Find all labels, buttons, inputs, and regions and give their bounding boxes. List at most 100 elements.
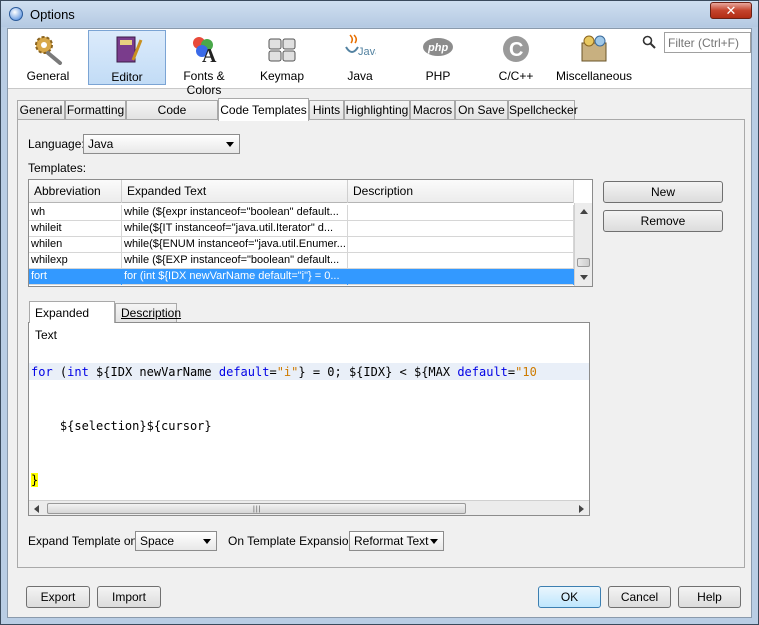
- category-label: Keymap: [259, 69, 305, 83]
- expand-on-select[interactable]: Space: [135, 531, 217, 551]
- language-label: Language:: [28, 137, 85, 151]
- tab-formatting[interactable]: Formatting: [65, 100, 126, 120]
- keyword: for: [31, 365, 53, 379]
- tab-macros[interactable]: Macros: [410, 100, 455, 120]
- column-header-expanded-text[interactable]: Expanded Text: [122, 180, 348, 203]
- category-general[interactable]: General: [10, 30, 86, 85]
- expanded-text-cell: while(${IT instanceof="java.util.Iterato…: [122, 221, 348, 237]
- svg-text:php: php: [427, 42, 448, 54]
- code-text: ${IDX newVarName: [88, 365, 219, 379]
- table-row[interactable]: whilexp while (${EXP instanceof="boolean…: [29, 253, 574, 269]
- abbreviation-cell: whilen: [29, 237, 122, 253]
- title-bar[interactable]: Options ✕: [1, 1, 758, 27]
- tab-highlighting[interactable]: Highlighting: [344, 100, 410, 120]
- keyword: default: [457, 365, 508, 379]
- help-button[interactable]: Help: [678, 586, 741, 608]
- window-title: Options: [30, 7, 75, 22]
- category-keymap[interactable]: Keymap: [244, 30, 320, 85]
- category-editor[interactable]: Editor: [88, 30, 166, 85]
- editor-book-icon: [116, 36, 143, 63]
- dropdown-arrow-icon: [226, 142, 234, 147]
- table-row[interactable]: whileit while(${IT instanceof="java.util…: [29, 221, 574, 237]
- category-label: Java: [347, 69, 373, 83]
- on-expansion-value: Reformat Text: [354, 534, 429, 548]
- language-select[interactable]: Java: [83, 134, 240, 154]
- editor-horizontal-scrollbar[interactable]: |||: [29, 500, 589, 515]
- scrollbar-thumb[interactable]: |||: [47, 503, 466, 514]
- tab-description[interactable]: Description: [115, 303, 181, 323]
- tab-general[interactable]: General: [17, 100, 65, 120]
- column-header-abbreviation[interactable]: Abbreviation: [29, 180, 122, 203]
- code-text: =: [269, 365, 277, 379]
- category-fonts-colors[interactable]: A Fonts & Colors: [166, 30, 242, 97]
- netbeans-app-icon: [9, 7, 23, 21]
- category-miscellaneous[interactable]: Miscellaneous: [556, 30, 632, 85]
- misc-icon: [581, 35, 607, 62]
- code-text: (: [52, 365, 68, 379]
- search-icon: [642, 35, 656, 49]
- tab-label: Description: [121, 306, 182, 320]
- category-label: Fonts & Colors: [183, 69, 225, 97]
- table-vertical-scrollbar[interactable]: [574, 203, 592, 286]
- scroll-left-arrow-icon[interactable]: [34, 505, 39, 513]
- export-button[interactable]: Export: [26, 586, 90, 608]
- code-line: ${selection}${cursor}: [31, 419, 212, 433]
- column-header-description[interactable]: Description: [348, 180, 574, 203]
- gears-icon: [35, 36, 62, 65]
- options-window: Options ✕ General Editor A Fonts & Color…: [0, 0, 759, 625]
- description-cell: [348, 269, 574, 285]
- scrollbar-thumb[interactable]: [577, 258, 590, 267]
- java-cup-icon: Java: [345, 34, 376, 58]
- grip-icon: |||: [253, 506, 262, 513]
- new-button[interactable]: New: [603, 181, 723, 203]
- cancel-button[interactable]: Cancel: [608, 586, 671, 608]
- scroll-right-arrow-icon[interactable]: [579, 505, 584, 513]
- abbreviation-cell: fort: [29, 269, 122, 285]
- description-cell: [348, 237, 574, 253]
- scroll-up-arrow-icon[interactable]: [580, 209, 588, 214]
- code-line: for (int ${IDX newVarName default ="i"} =…: [31, 363, 537, 381]
- ok-button[interactable]: OK: [538, 586, 601, 608]
- tab-expanded-text[interactable]: Expanded Text: [29, 301, 115, 342]
- tab-spellchecker[interactable]: Spellchecker: [508, 100, 578, 120]
- scroll-down-arrow-icon[interactable]: [580, 275, 588, 280]
- svg-text:C: C: [509, 39, 523, 61]
- string-literal: "i": [276, 365, 299, 379]
- category-toolbar: General Editor A Fonts & Colors Keymap J…: [8, 29, 751, 97]
- on-expansion-label: On Template Expansion:: [228, 534, 359, 548]
- expanded-text-cell: while (${EXP instanceof="boolean" defaul…: [122, 253, 348, 269]
- svg-text:A: A: [202, 45, 217, 65]
- description-cell: [348, 221, 574, 237]
- tab-hints[interactable]: Hints: [309, 100, 344, 120]
- options-client-area: General Editor A Fonts & Colors Keymap J…: [7, 28, 752, 618]
- abbreviation-cell: wh: [29, 205, 122, 221]
- import-button[interactable]: Import: [97, 586, 161, 608]
- dropdown-arrow-icon: [430, 539, 438, 544]
- cpp-icon: C: [503, 36, 529, 62]
- code-text: } = 0; ${IDX} < ${MAX: [298, 365, 458, 379]
- remove-button[interactable]: Remove: [603, 210, 723, 232]
- templates-label: Templates:: [28, 161, 87, 175]
- description-cell: [348, 205, 574, 221]
- description-cell: [348, 253, 574, 269]
- fonts-colors-icon: A: [193, 37, 217, 65]
- close-button[interactable]: ✕: [710, 2, 752, 19]
- category-cpp[interactable]: C C/C++: [478, 30, 554, 85]
- tab-on-save[interactable]: On Save: [455, 100, 508, 120]
- category-php[interactable]: php PHP: [400, 30, 476, 85]
- filter-input[interactable]: [664, 32, 751, 53]
- matched-brace: }: [31, 473, 39, 487]
- category-java[interactable]: Java Java: [322, 30, 398, 85]
- keyword: int: [67, 365, 89, 379]
- table-row[interactable]: whilen while(${ENUM instanceof="java.uti…: [29, 237, 574, 253]
- category-label: Miscellaneous: [556, 69, 633, 83]
- abbreviation-cell: whilexp: [29, 253, 122, 269]
- table-row[interactable]: wh while (${expr instanceof="boolean" de…: [29, 205, 574, 221]
- category-label: Editor: [111, 70, 143, 84]
- tab-code-templates[interactable]: Code Templates: [218, 98, 309, 121]
- table-row-selected[interactable]: fort for (int ${IDX newVarName default="…: [29, 269, 574, 285]
- on-expansion-select[interactable]: Reformat Text: [349, 531, 444, 551]
- keyboard-icon: [268, 38, 296, 62]
- expanded-text-editor[interactable]: for (int ${IDX newVarName default ="i"} =…: [28, 322, 590, 516]
- tab-code-completion[interactable]: Code Completion: [126, 100, 218, 135]
